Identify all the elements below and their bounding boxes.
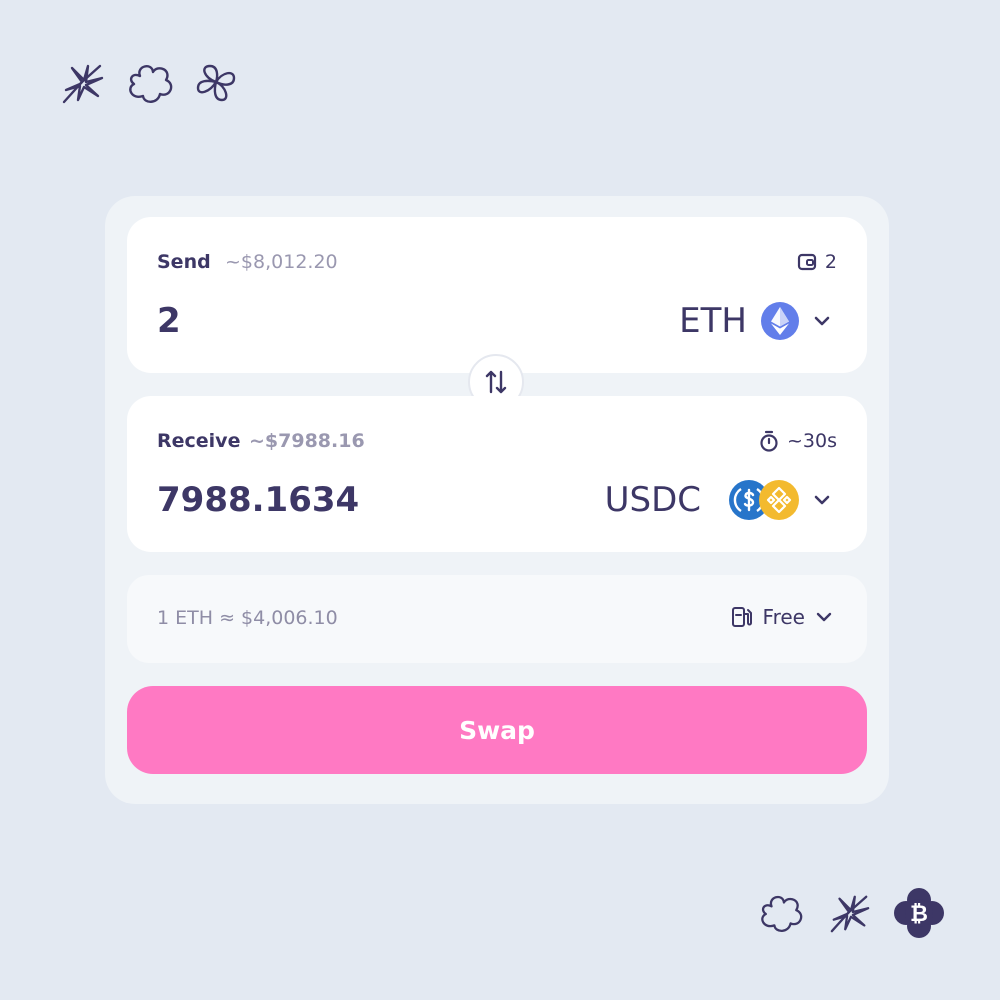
receive-token-icons — [729, 480, 799, 520]
chevron-down-icon — [816, 612, 832, 622]
fee-select[interactable]: Free — [731, 605, 833, 629]
timer-icon — [760, 430, 778, 452]
send-token-select[interactable]: ETH — [679, 301, 831, 341]
wallet-balance-value: 2 — [824, 251, 837, 273]
estimated-time: ~30s — [759, 430, 837, 452]
asterisk-flower-icon — [830, 895, 870, 933]
pinwheel-flower-icon — [196, 64, 236, 102]
receive-token-name: USDC — [604, 480, 701, 520]
receive-card: Receive ~$7988.16 ~30s 7988.1634 USDC — [127, 396, 867, 552]
wallet-icon — [797, 253, 817, 271]
swap-widget: Send ~$8,012.20 2 2 ETH Receive ~$7988.1… — [105, 196, 889, 804]
wallet-balance: 2 — [797, 251, 837, 273]
send-usd-value: ~$8,012.20 — [225, 251, 338, 273]
send-token-name: ETH — [679, 301, 747, 341]
send-label: Send — [157, 251, 211, 273]
receive-amount: 7988.1634 — [157, 480, 360, 520]
chevron-down-icon — [814, 316, 830, 326]
send-card: Send ~$8,012.20 2 2 ETH — [127, 217, 867, 373]
svg-text:₿: ₿ — [910, 902, 928, 927]
receive-usd-value: ~$7988.16 — [249, 430, 365, 452]
receive-token-select[interactable]: USDC — [605, 480, 831, 520]
gas-pump-icon — [731, 607, 752, 627]
cloud-flower-icon — [129, 65, 173, 103]
cloud-flower-icon — [761, 895, 803, 932]
fee-label: Free — [762, 605, 805, 629]
bitcoin-flower-icon: ₿ — [894, 888, 944, 938]
chevron-down-icon — [814, 495, 830, 505]
swap-button[interactable]: Swap — [127, 686, 867, 774]
send-amount-input[interactable]: 2 — [157, 301, 181, 341]
top-decorations — [60, 62, 238, 104]
asterisk-flower-icon — [62, 64, 104, 104]
exchange-rate: 1 ETH ≈ $4,006.10 — [157, 607, 338, 629]
swap-arrows-icon — [485, 370, 507, 394]
estimated-time-value: ~30s — [787, 430, 837, 452]
bnb-chain-icon — [759, 480, 799, 520]
bottom-decorations: ₿ — [758, 888, 944, 938]
rate-row: 1 ETH ≈ $4,006.10 Free — [127, 575, 867, 663]
receive-label: Receive — [157, 430, 241, 452]
ethereum-icon — [761, 302, 799, 340]
